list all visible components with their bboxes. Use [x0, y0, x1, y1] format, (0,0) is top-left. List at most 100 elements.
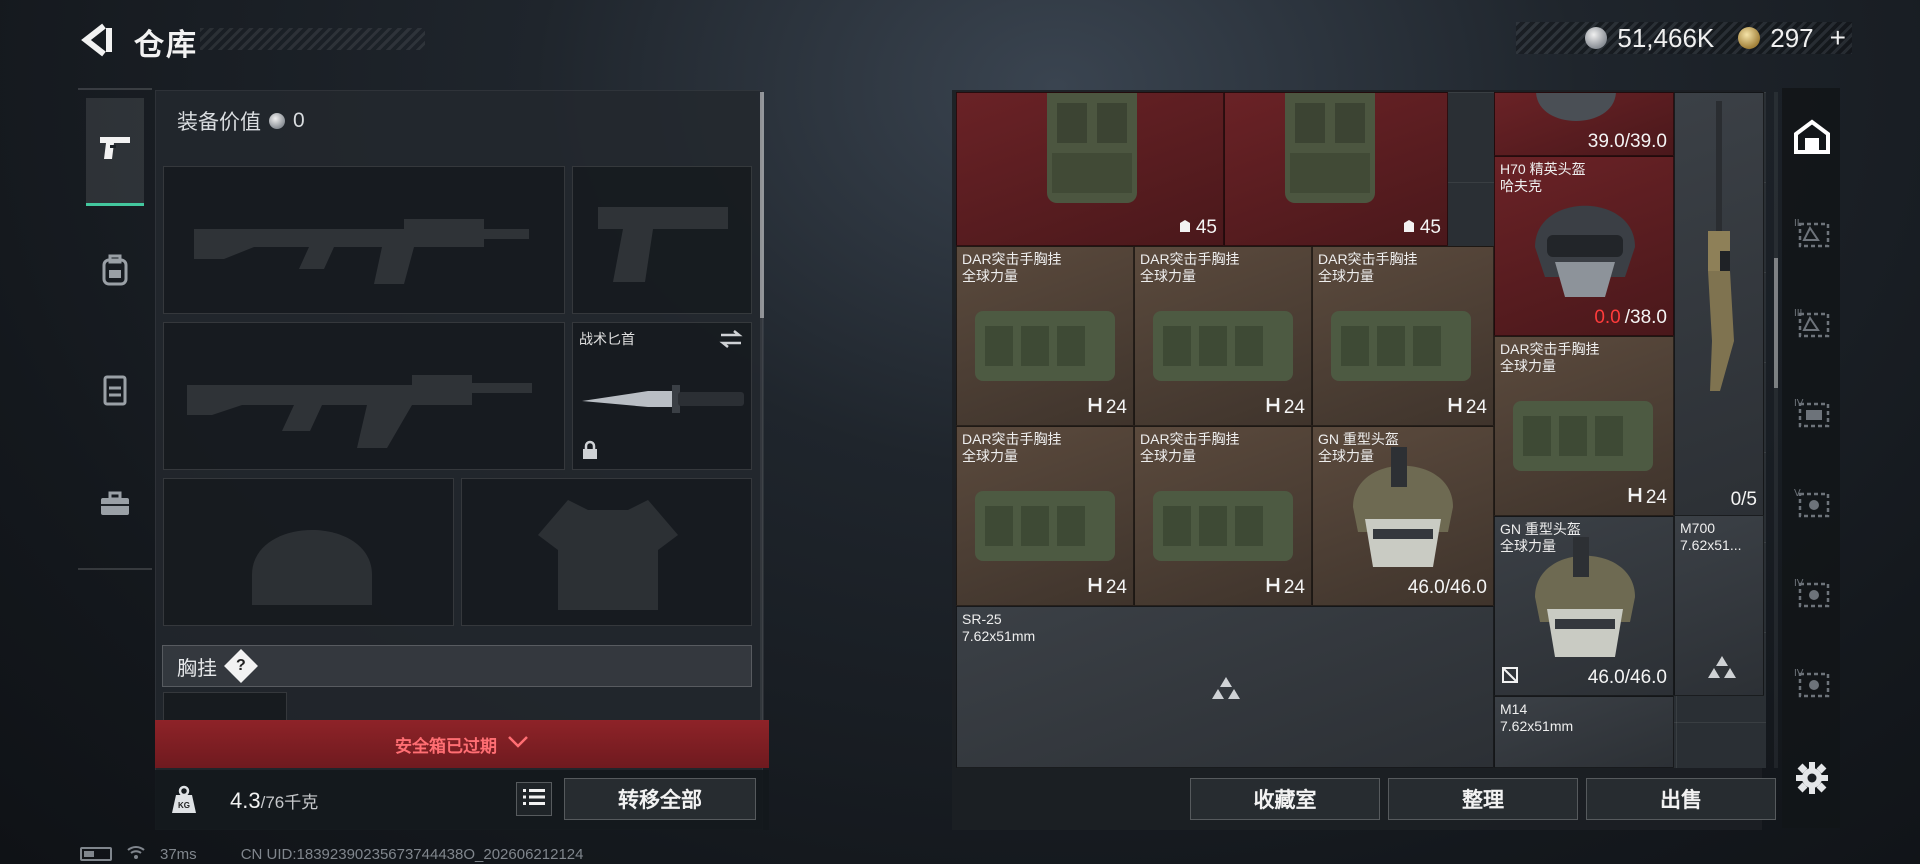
- body-armor-icon: [1285, 93, 1375, 203]
- svg-text:II: II: [1794, 218, 1800, 229]
- item-name: DAR突击手胸挂 全球力量: [1140, 251, 1240, 284]
- storage-item-dar-rig-3[interactable]: DAR突击手胸挂 全球力量 24: [1312, 246, 1494, 426]
- svg-text:KG: KG: [178, 801, 190, 810]
- storage-item-m700-label[interactable]: M700 7.62x51...: [1674, 516, 1764, 696]
- chest-rig-row[interactable]: 胸挂 ?: [162, 645, 752, 687]
- swap-icon[interactable]: [719, 329, 743, 354]
- armor-silhouette-icon: [538, 500, 678, 610]
- helmet-slot[interactable]: [163, 478, 454, 626]
- melee-slot[interactable]: 战术匕首: [572, 322, 752, 470]
- storage-item-sr25[interactable]: SR-25 7.62x51mm: [956, 606, 1494, 768]
- item-capacity: 24: [1088, 577, 1127, 599]
- item-name: DAR突击手胸挂 全球力量: [1140, 431, 1240, 464]
- gold-coin-icon: [1738, 27, 1761, 49]
- pistol-slot[interactable]: [572, 166, 752, 314]
- primary-weapon-slot-2[interactable]: [163, 322, 565, 470]
- sort-button[interactable]: 整理: [1388, 778, 1578, 820]
- add-currency-button[interactable]: +: [1830, 22, 1846, 54]
- storage-item-dar-rig-6[interactable]: DAR突击手胸挂 全球力量 24: [1134, 426, 1312, 606]
- item-name: DAR突击手胸挂 全球力量: [1500, 341, 1600, 374]
- storage-page-6[interactable]: IV: [1792, 574, 1832, 614]
- vest-icon: [101, 374, 129, 411]
- storage-item-m700[interactable]: 0/5: [1674, 92, 1764, 516]
- silver-coin-icon: [269, 113, 285, 129]
- system-status-bar: 37ms CN UID:18392390235673744438O_202606…: [80, 844, 583, 864]
- back-arrow-icon[interactable]: [78, 22, 114, 58]
- lock-icon: [581, 440, 599, 465]
- body-armor-icon: [1047, 93, 1137, 203]
- chest-rig-icon: [1153, 491, 1293, 561]
- primary-weapon-slot-1[interactable]: [163, 166, 565, 314]
- tab-chest-rig[interactable]: [86, 338, 144, 446]
- weight-icon: KG: [160, 776, 208, 824]
- equipment-value: 装备价值 0: [177, 106, 305, 136]
- grid-capacity-icon: [1448, 397, 1462, 419]
- backpack-icon: [100, 254, 130, 291]
- help-icon[interactable]: ?: [224, 649, 258, 683]
- tab-backpack[interactable]: [86, 218, 144, 326]
- safe-box-expired-bar[interactable]: 安全箱已过期: [155, 720, 769, 768]
- chest-rig-icon: [1513, 401, 1653, 471]
- expansion-box-icon: III: [1792, 304, 1832, 345]
- collection-room-button[interactable]: 收藏室: [1190, 778, 1380, 820]
- storage-item-h70-helmet[interactable]: H70 精英头盔 哈夫克 0.0/38.0: [1494, 156, 1674, 336]
- item-durability: 39.0/39.0: [1587, 131, 1667, 152]
- sell-button[interactable]: 出售: [1586, 778, 1776, 820]
- storage-page-5[interactable]: V: [1792, 484, 1832, 524]
- pistol-icon: [98, 133, 132, 168]
- storage-page-2[interactable]: II: [1792, 214, 1832, 254]
- item-name: M14 7.62x51mm: [1500, 701, 1574, 734]
- storage-page-4[interactable]: IV: [1792, 394, 1832, 434]
- chest-rig-icon: [1331, 311, 1471, 381]
- storage-page-main[interactable]: [1792, 118, 1832, 158]
- item-name: SR-25 7.62x51mm: [962, 611, 1036, 644]
- storage-item-dar-rig-2[interactable]: DAR突击手胸挂 全球力量 24: [1134, 246, 1312, 426]
- helmet-icon: [1353, 447, 1453, 567]
- page-title: 仓库: [134, 29, 198, 62]
- item-capacity: 24: [1448, 397, 1487, 419]
- storage-item-m14[interactable]: M14 7.62x51mm: [1494, 696, 1674, 768]
- storage-page-3[interactable]: III: [1792, 304, 1832, 344]
- item-capacity: 24: [1266, 397, 1305, 419]
- transfer-all-button[interactable]: 转移全部: [564, 778, 756, 820]
- storage-item-gn-helmet-1[interactable]: GN 重型头盔 全球力量 46.0/46.0: [1312, 426, 1494, 606]
- grid-capacity-icon: [1088, 577, 1102, 599]
- storage-item-dar-rig-1[interactable]: DAR突击手胸挂 全球力量 24: [956, 246, 1134, 426]
- grid-capacity-icon: [1266, 577, 1280, 599]
- loadout-scroll-thumb[interactable]: [760, 92, 764, 318]
- tab-weapons[interactable]: [86, 98, 144, 206]
- settings-button[interactable]: [1792, 760, 1832, 800]
- chest-rig-icon: [975, 311, 1115, 381]
- armor-class-icon: [1402, 217, 1416, 239]
- grid-capacity-icon: [1266, 397, 1280, 419]
- storage-item-helmet-top[interactable]: 39.0/39.0: [1494, 92, 1674, 156]
- storage-item-gn-helmet-2[interactable]: GN 重型头盔 全球力量 46.0/46.0: [1494, 516, 1674, 696]
- storage-item-armor-1[interactable]: 45: [956, 92, 1224, 246]
- loadout-category-rail: [78, 88, 152, 570]
- armor-slot[interactable]: [461, 478, 752, 626]
- storage-grid[interactable]: 45 45 39.0/39.0 H70 精英头盔 哈夫克 0.0/38.0 0/…: [956, 92, 1766, 768]
- item-capacity: 24: [1088, 397, 1127, 419]
- chest-rig-slot[interactable]: [163, 692, 287, 722]
- chest-rig-icon: [975, 491, 1115, 561]
- safe-box-expired-text: 安全箱已过期: [395, 736, 497, 756]
- storage-item-dar-rig-4[interactable]: DAR突击手胸挂 全球力量 24: [1494, 336, 1674, 516]
- storage-item-armor-2[interactable]: 45: [1224, 92, 1448, 246]
- item-durability: 0.0/38.0: [1594, 307, 1667, 328]
- grid-capacity-icon: [1628, 487, 1642, 509]
- storage-scrollbar[interactable]: [1774, 92, 1778, 768]
- storage-item-dar-rig-5[interactable]: DAR突击手胸挂 全球力量 24: [956, 426, 1134, 606]
- item-name: DAR突击手胸挂 全球力量: [1318, 251, 1418, 284]
- warehouse-icon: [1792, 116, 1832, 161]
- storage-scroll-thumb[interactable]: [1774, 258, 1778, 388]
- list-view-button[interactable]: [516, 782, 552, 816]
- chest-rig-icon: [1153, 311, 1293, 381]
- storage-page-7[interactable]: IV: [1792, 664, 1832, 704]
- rifle-silhouette-icon: [194, 219, 529, 284]
- chevron-down-icon: [507, 734, 529, 754]
- currency-bar: 51,466K 297 +: [1516, 22, 1852, 54]
- uid-text: CN UID:18392390235673744438O_20260621212…: [240, 845, 584, 863]
- expansion-box-icon: IV: [1792, 664, 1832, 705]
- grid-capacity-icon: [1088, 397, 1102, 419]
- tab-case[interactable]: [86, 452, 144, 560]
